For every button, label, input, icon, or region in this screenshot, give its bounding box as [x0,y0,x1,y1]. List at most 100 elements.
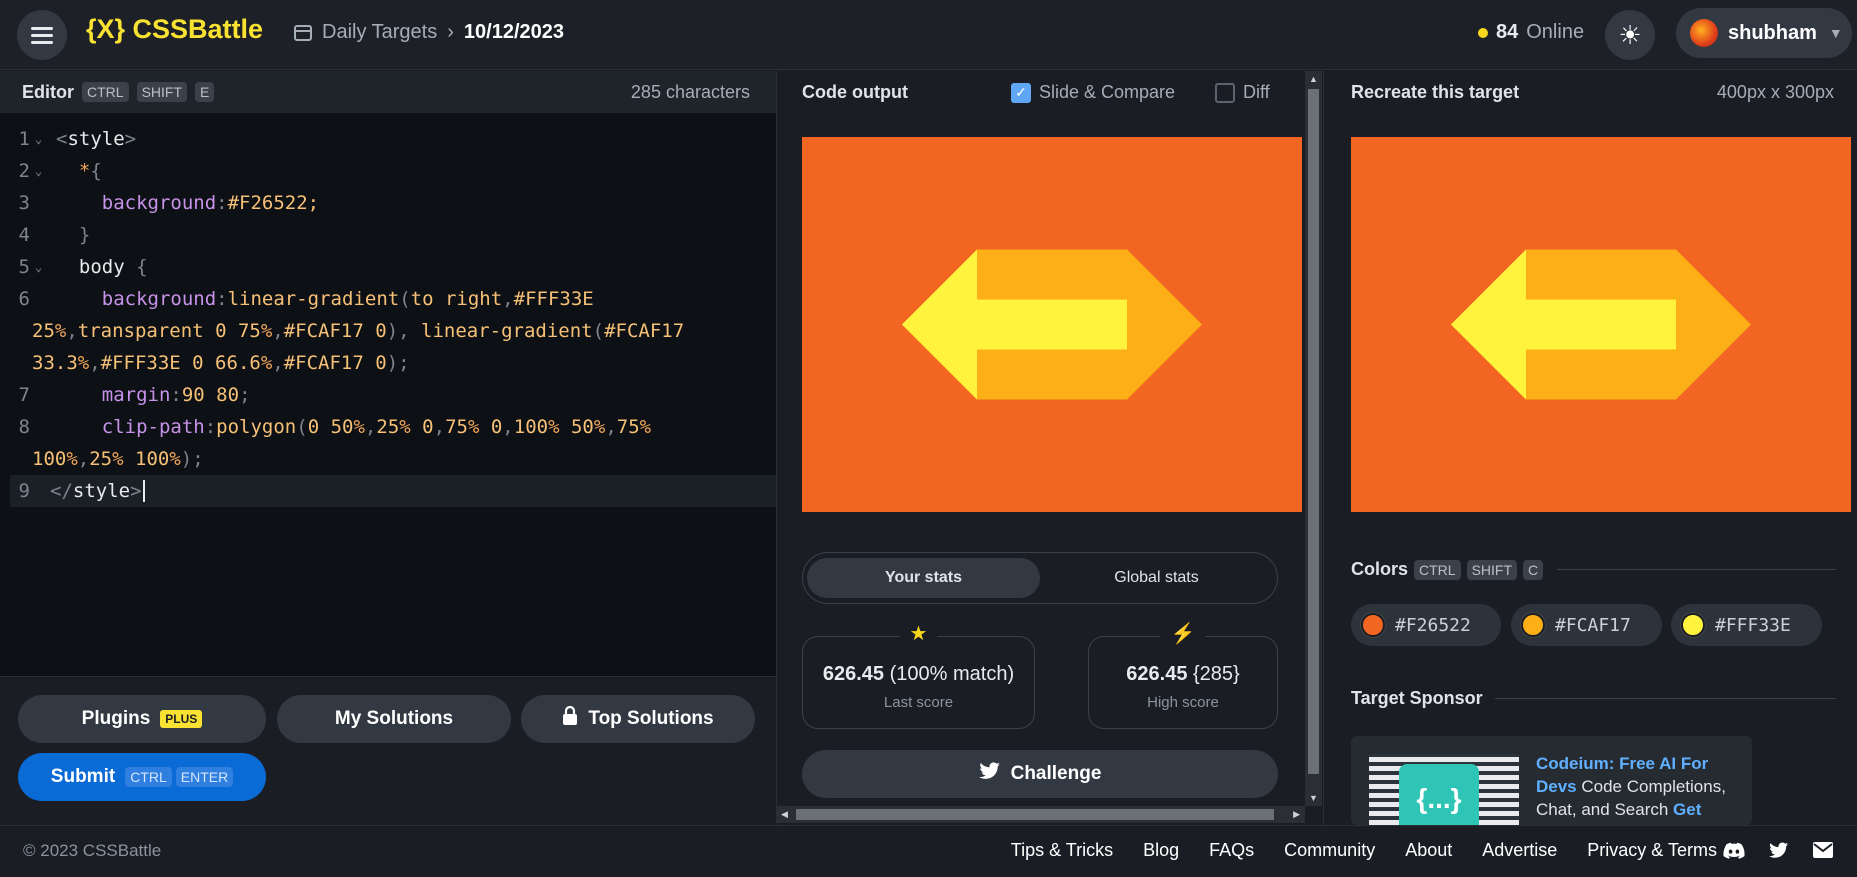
sponsor-header: Target Sponsor [1351,688,1836,709]
cssbattle-logo[interactable]: {X} CSSBattle [86,14,263,45]
code-line[interactable]: 4 } [0,219,776,251]
footer-link-community[interactable]: Community [1284,840,1375,861]
code-line[interactable]: 2 ⌄ *{ [0,155,776,187]
twitter-icon[interactable] [1769,842,1789,865]
high-score-chars: {285} [1193,663,1240,685]
slide-compare-label: Slide & Compare [1039,82,1176,102]
code-output-panel: Code output ✓ Slide & Compare Diff Your … [776,71,1305,825]
footer-link-faqs[interactable]: FAQs [1209,840,1254,861]
fold-icon[interactable]: ⌄ [32,123,56,155]
challenge-button[interactable]: Challenge [802,750,1278,798]
scrollbar-thumb[interactable] [1308,89,1319,774]
footer-links: Tips & Tricks Blog FAQs Community About … [1011,840,1717,861]
footer-link-advertise[interactable]: Advertise [1482,840,1557,861]
code-line-active[interactable]: 9 </style> [10,475,776,507]
kbd-shift: SHIFT [136,82,188,102]
breadcrumb-daily-targets[interactable]: Daily Targets [322,21,437,44]
code-line[interactable]: 25%,transparent 0 75%,#FCAF17 0), linear… [0,315,776,347]
scroll-left-icon[interactable]: ◀ [781,809,788,820]
footer: © 2023 CSSBattle Tips & Tricks Blog FAQs… [0,825,1857,877]
scroll-right-icon[interactable]: ▶ [1293,809,1300,820]
scroll-up-icon[interactable]: ▲ [1309,74,1318,84]
email-icon[interactable] [1813,842,1833,865]
top-solutions-button[interactable]: Top Solutions [521,695,755,743]
theme-toggle-button[interactable]: ☀ [1605,10,1655,60]
color-hex: #F26522 [1395,614,1471,636]
sponsor-text[interactable]: Codeium: Free AI For Devs Code Completio… [1536,752,1741,821]
online-indicator: 84 Online [1478,21,1584,44]
color-swatch [1361,613,1385,637]
diff-label: Diff [1243,82,1270,102]
high-score-label: High score [1147,694,1219,711]
challenge-label: Challenge [1010,763,1102,784]
tab-global-stats[interactable]: Global stats [1040,558,1273,598]
code-line[interactable]: 33.3%,#FFF33E 0 66.6%,#FCAF17 0); [0,347,776,379]
footer-link-tips[interactable]: Tips & Tricks [1011,840,1113,861]
discord-icon[interactable] [1723,842,1745,865]
editor-panel: Editor CTRL SHIFT E 285 characters 1 ⌄ <st… [0,71,776,825]
plugins-label: Plugins [81,708,151,729]
calendar-icon [294,24,312,41]
hamburger-menu-button[interactable] [17,10,67,60]
online-dot-icon [1478,27,1488,38]
breadcrumb-date: 10/12/2023 [463,21,565,43]
high-score-value: 626.45 [1126,663,1188,685]
footer-link-blog[interactable]: Blog [1143,840,1179,861]
lightning-icon: ⚡ [1160,621,1206,646]
code-line[interactable]: 8 clip-path:polygon(0 50%,25% 0,75% 0,10… [0,411,776,443]
kbd-ctrl: CTRL [125,767,172,787]
divider [1494,698,1836,699]
sponsor-image: {...} [1369,754,1519,825]
my-solutions-button[interactable]: My Solutions [277,695,511,743]
target-dimensions: 400px x 300px [1716,82,1834,102]
code-line[interactable]: 100%,25% 100%); [0,443,776,475]
submit-button[interactable]: Submit CTRL ENTER [18,753,266,801]
scroll-down-icon[interactable]: ▼ [1309,793,1318,803]
code-line[interactable]: 6 background:linear-gradient(to right,#F… [0,283,776,315]
last-score-card: ★ 626.45 (100% match) Last score [802,621,1035,729]
top-bar: {X} CSSBattle Daily Targets › 10/12/2023… [0,0,1857,70]
chevron-down-icon: ▼ [1828,25,1843,41]
code-line[interactable]: 7 margin:90 80; [0,379,776,411]
output-canvas[interactable] [802,137,1302,512]
divider [1557,569,1836,570]
color-swatch [1681,613,1705,637]
footer-link-about[interactable]: About [1405,840,1452,861]
tab-your-stats[interactable]: Your stats [807,558,1040,598]
code-line[interactable]: 5 ⌄ body { [0,251,776,283]
horizontal-scrollbar[interactable]: ◀ ▶ [776,806,1305,823]
submit-label: Submit [50,766,116,787]
kbd-ctrl: CTRL [1414,559,1461,580]
star-icon: ★ [899,621,938,646]
high-score-card: ⚡ 626.45 {285} High score [1088,621,1278,729]
last-score-match: (100% match) [889,663,1015,685]
breadcrumb: Daily Targets › 10/12/2023 [294,21,564,44]
username: shubham [1728,21,1817,44]
fold-icon[interactable]: ⌄ [32,251,56,283]
my-solutions-label: My Solutions [334,708,454,729]
target-header: Recreate this target 400px x 300px [1324,71,1857,113]
social-icons [1723,842,1833,865]
sponsor-card[interactable]: {...} Codeium: Free AI For Devs Code Com… [1351,736,1752,825]
kbd-e: E [195,82,215,102]
kbd-ctrl: CTRL [82,82,129,102]
code-line[interactable]: 1 ⌄ <style> [0,123,776,155]
code-line[interactable]: 3 background:#F26522; [0,187,776,219]
scrollbar-thumb[interactable] [796,809,1274,820]
footer-link-privacy[interactable]: Privacy & Terms [1587,840,1717,861]
plugins-button[interactable]: Plugins PLUS [18,695,266,743]
vertical-scrollbar[interactable]: ▲ ▼ [1305,71,1322,806]
code-editor[interactable]: 1 ⌄ <style> 2 ⌄ *{ 3 background:#F26522; 4 … [0,123,776,507]
diff-checkbox[interactable]: Diff [1215,82,1270,103]
user-menu[interactable]: shubham ▼ [1676,8,1852,58]
sponsor-cta[interactable]: Get [1673,800,1701,819]
chevron-right-icon: › [447,21,454,43]
color-chip-orange[interactable]: #F26522 [1351,604,1501,646]
fold-icon[interactable]: ⌄ [32,155,56,187]
target-panel: Recreate this target 400px x 300px Color… [1323,71,1857,825]
color-chip-gold[interactable]: #FCAF17 [1511,604,1662,646]
sponsor-title: Target Sponsor [1351,688,1483,708]
color-chip-yellow[interactable]: #FFF33E [1671,604,1822,646]
slide-compare-checkbox[interactable]: ✓ Slide & Compare [1011,82,1175,103]
twitter-icon [978,762,1001,786]
